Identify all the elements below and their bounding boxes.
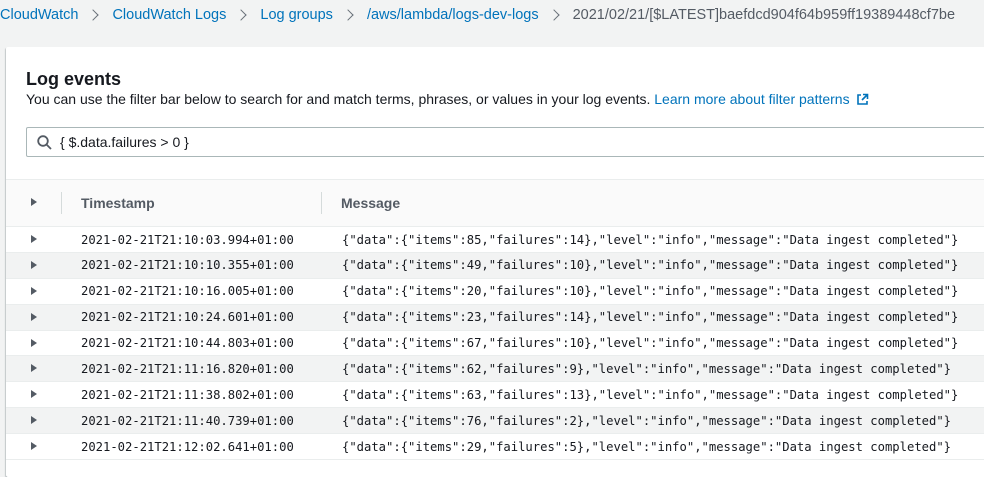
timestamp-cell: 2021-02-21T21:10:44.803+01:00 <box>81 336 294 351</box>
breadcrumb-log-groups[interactable]: Log groups <box>260 7 333 23</box>
table-row[interactable]: 2021-02-21T21:10:03.994+01:00 {"data":{"i… <box>6 227 984 253</box>
search-icon <box>37 134 52 150</box>
expand-row-caret-icon[interactable] <box>31 260 37 269</box>
timestamp-cell: 2021-02-21T21:10:10.355+01:00 <box>81 258 294 273</box>
table-header: Timestamp Message <box>6 179 984 227</box>
table-row[interactable]: 2021-02-21T21:11:16.820+01:00 {"data":{"i… <box>6 356 984 383</box>
message-cell: {"data":{"items":76,"failures":2},"level… <box>342 413 952 428</box>
column-divider <box>61 192 62 214</box>
message-cell: {"data":{"items":67,"failures":10},"leve… <box>342 336 959 351</box>
panel-description: You can use the filter bar below to sear… <box>26 91 869 109</box>
timestamp-cell: 2021-02-21T21:12:02.641+01:00 <box>81 439 294 454</box>
message-cell: {"data":{"items":23,"failures":14},"leve… <box>342 310 959 325</box>
description-text: You can use the filter bar below to sear… <box>26 91 655 107</box>
breadcrumb: CloudWatch CloudWatch Logs Log groups /a… <box>0 0 984 30</box>
log-events-panel: Log events You can use the filter bar be… <box>6 47 984 477</box>
expand-row-caret-icon[interactable] <box>31 442 37 451</box>
chevron-right-icon <box>87 9 100 21</box>
breadcrumb-log-stream: 2021/02/21/[$LATEST]baefdcd904f64b959ff1… <box>572 7 956 23</box>
chevron-right-icon <box>547 9 560 21</box>
learn-more-link[interactable]: Learn more about filter patterns <box>654 91 868 107</box>
table-row[interactable]: 2021-02-21T21:10:44.803+01:00 {"data":{"i… <box>6 331 984 357</box>
message-cell: {"data":{"items":85,"failures":14},"leve… <box>342 232 959 247</box>
message-cell: {"data":{"items":29,"failures":5},"level… <box>342 439 952 454</box>
panel-title: Log events <box>26 69 122 89</box>
expand-row-caret-icon[interactable] <box>31 390 37 399</box>
column-header-message[interactable]: Message <box>341 180 400 226</box>
message-cell: {"data":{"items":63,"failures":13},"leve… <box>342 387 959 402</box>
expand-row-caret-icon[interactable] <box>31 312 37 321</box>
filter-input[interactable] <box>60 134 960 150</box>
expand-row-caret-icon[interactable] <box>31 286 37 295</box>
breadcrumb-log-group[interactable]: /aws/lambda/logs-dev-logs <box>367 7 539 23</box>
learn-more-label: Learn more about filter patterns <box>654 91 850 107</box>
table-row[interactable]: 2021-02-21T21:11:40.739+01:00 {"data":{"i… <box>6 408 984 435</box>
filter-bar[interactable] <box>26 127 984 157</box>
table-body: 2021-02-21T21:10:03.994+01:00 {"data":{"i… <box>6 227 984 461</box>
expand-row-caret-icon[interactable] <box>31 235 37 243</box>
timestamp-cell: 2021-02-21T21:10:24.601+01:00 <box>81 310 294 325</box>
table-row[interactable]: 2021-02-21T21:10:24.601+01:00 {"data":{"i… <box>6 304 984 331</box>
breadcrumb-cloudwatch[interactable]: CloudWatch <box>0 7 78 23</box>
message-cell: {"data":{"items":49,"failures":10},"leve… <box>342 258 959 273</box>
timestamp-cell: 2021-02-21T21:10:03.994+01:00 <box>81 232 294 247</box>
chevron-right-icon <box>235 9 248 21</box>
table-row[interactable]: 2021-02-21T21:10:16.005+01:00 {"data":{"i… <box>6 279 984 305</box>
log-events-table: Timestamp Message 2021-02-21T21:10:03.99… <box>6 179 984 461</box>
expand-row-caret-icon[interactable] <box>31 416 37 425</box>
message-cell: {"data":{"items":62,"failures":9},"level… <box>342 361 952 376</box>
column-divider <box>321 192 322 214</box>
table-row[interactable]: 2021-02-21T21:10:10.355+01:00 {"data":{"i… <box>6 252 984 279</box>
timestamp-cell: 2021-02-21T21:11:16.820+01:00 <box>81 361 294 376</box>
message-cell: {"data":{"items":20,"failures":10},"leve… <box>342 284 959 299</box>
expand-row-caret-icon[interactable] <box>31 338 37 347</box>
column-header-timestamp[interactable]: Timestamp <box>81 180 155 226</box>
external-link-icon <box>856 93 869 109</box>
timestamp-cell: 2021-02-21T21:11:38.802+01:00 <box>81 387 294 402</box>
breadcrumb-cloudwatch-logs[interactable]: CloudWatch Logs <box>112 7 226 23</box>
expand-row-caret-icon[interactable] <box>31 364 37 373</box>
chevron-right-icon <box>342 9 354 21</box>
expand-all-caret-icon[interactable] <box>31 198 37 206</box>
table-row[interactable]: 2021-02-21T21:11:38.802+01:00 {"data":{"i… <box>6 382 984 409</box>
timestamp-cell: 2021-02-21T21:11:40.739+01:00 <box>81 413 294 428</box>
timestamp-cell: 2021-02-21T21:10:16.005+01:00 <box>81 284 294 299</box>
table-row[interactable]: 2021-02-21T21:12:02.641+01:00 {"data":{"i… <box>6 434 984 461</box>
